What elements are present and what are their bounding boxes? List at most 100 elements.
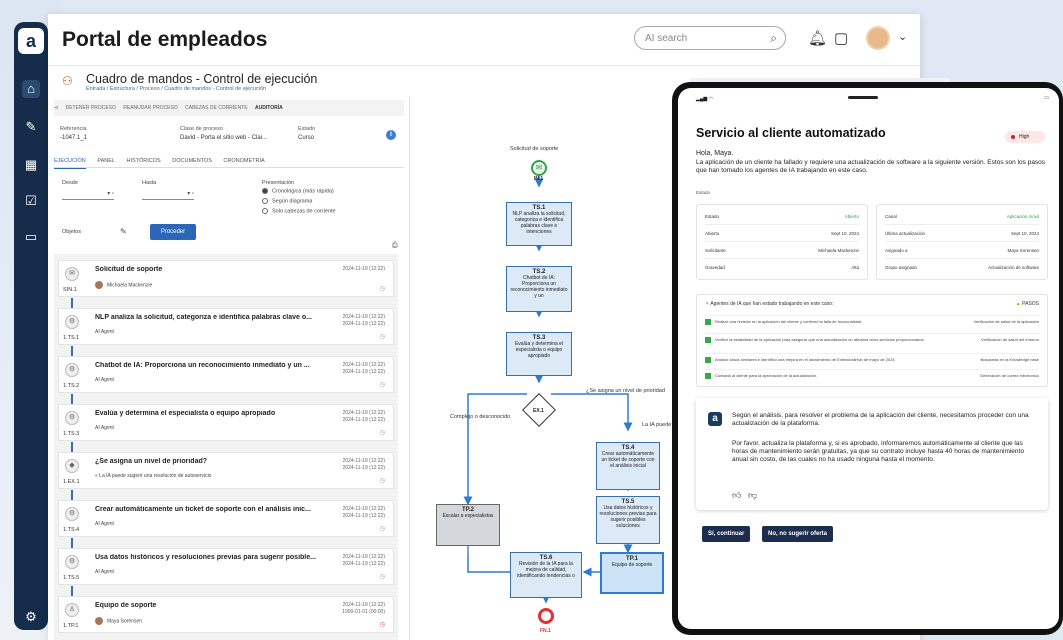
radio-segun-diagrama[interactable]: Según diagrama — [262, 198, 312, 204]
task-code: SIN.1 — [63, 287, 77, 293]
stop-process-button[interactable]: DETENER PROCESO — [66, 100, 116, 116]
info-icon[interactable]: i — [386, 130, 396, 140]
stream-heads-button[interactable]: CABEZAS DE CORRIENTE — [185, 100, 248, 116]
status-icon: ◷ — [379, 286, 385, 292]
hierarchy-icon: ⚇ — [62, 74, 73, 88]
tab-documentos[interactable]: DOCUMENTOS — [172, 154, 212, 168]
task-date-start: 2024-11-19 (12:22) — [342, 458, 385, 464]
process-class-field: Clase de proceso David - Porta el sitio w… — [180, 126, 268, 141]
task-card[interactable]: ♙ 1.TP.1 Equipo de soporte Maya Sorensen… — [58, 596, 394, 633]
kv-row: Grupo asignado Actualización de software — [885, 265, 1039, 270]
avatar — [95, 281, 103, 289]
app-logo[interactable]: a — [18, 28, 44, 54]
task-assignee: AI Agent — [95, 377, 114, 383]
task-card[interactable]: ⚙ 1.TS.1 NLP analiza la solicitud, categ… — [58, 308, 394, 345]
tab-historicos[interactable]: HISTÓRICOS — [126, 154, 160, 168]
tablet-title: Servicio al cliente automatizado — [696, 126, 886, 140]
presentacion-label: Presentación — [262, 180, 295, 186]
robot-icon: ⚙ — [65, 315, 79, 329]
hasta-date-input[interactable]: ▾ ▫ — [142, 190, 194, 200]
agents-title: ✦ Agentes de IA que han estado trabajand… — [705, 301, 834, 307]
node-ts2[interactable]: TS.2 Chatbot de IA: Proporciona un recono… — [506, 266, 572, 312]
kv-row: Solicitante Michaela Mackenzie — [705, 243, 859, 259]
pencil-icon[interactable]: ✎ — [120, 227, 127, 236]
status-icon: ◷ — [379, 622, 385, 628]
bell-icon[interactable]: 🔔︎ — [808, 29, 827, 47]
assistant-logo-icon: a — [708, 412, 722, 426]
task-assignee: AI Agent — [95, 329, 114, 335]
end-event-icon[interactable] — [538, 608, 554, 624]
task-card[interactable]: ⚙ 1.TS.2 Chatbot de IA: Proporciona un r… — [58, 356, 394, 393]
node-ts1[interactable]: TS.1 NLP analiza la solicitud, categoriza… — [506, 202, 572, 246]
task-code: 1.EX.1 — [63, 479, 80, 485]
check-icon — [705, 357, 711, 363]
task-assignee: AI Agent — [95, 425, 114, 431]
settings-icon[interactable]: ⚙ — [22, 608, 40, 626]
ai-message-paragraph-1: Según el análisis, para resolver el prob… — [732, 412, 1029, 427]
task-card[interactable]: ⚙ 1.TS.5 Usa datos históricos y resoluci… — [58, 548, 394, 585]
tab-panel[interactable]: PANEL — [97, 154, 115, 168]
status-icon: ◷ — [379, 430, 385, 436]
node-tp2[interactable]: TP.2 Escalar a especialistas — [436, 504, 500, 546]
desde-label: Desde — [62, 180, 78, 186]
task-title: Usa datos históricos y resoluciones prev… — [95, 554, 316, 561]
task-card[interactable]: ✉ SIN.1 Solicitud de soporte Michaela Ma… — [58, 260, 394, 297]
user-icon: ♙ — [65, 603, 79, 617]
task-card[interactable]: ⚙ 1.TS.3 Evalúa y determina el especiali… — [58, 404, 394, 441]
audit-button[interactable]: AUDITORÍA — [255, 100, 283, 116]
task-date-end: 2024-11-19 (12:22) — [342, 465, 385, 471]
desde-date-input[interactable]: ▾ ▫ — [62, 190, 114, 200]
continue-button[interactable]: Sí, continuar — [702, 526, 751, 542]
resume-process-button[interactable]: REANUDAR PROCESO — [123, 100, 177, 116]
radio-cabezas[interactable]: Solo cabezas de corriente — [262, 208, 336, 214]
battery-icon: ▭ — [1044, 95, 1049, 101]
thumbs-down-icon[interactable]: 👎︎ — [748, 490, 757, 501]
dashboard-title: Cuadro de mandos - Control de ejecución — [86, 72, 318, 86]
node-ts6[interactable]: TS.6 Revisión de la IA para la mejora de … — [510, 552, 582, 598]
task-date-start: 2024-11-19 (12:22) — [342, 362, 385, 368]
priority-badge: High — [1005, 131, 1045, 143]
user-avatar[interactable] — [866, 26, 890, 50]
print-icon[interactable]: ⎙ — [392, 242, 398, 250]
calendar-check-icon[interactable]: ☑ — [22, 192, 40, 210]
briefcase-icon[interactable]: ▭ — [22, 228, 40, 246]
task-card[interactable]: ◆ 1.EX.1 ¿Se asigna un nivel de priorida… — [58, 452, 394, 489]
start-event-icon[interactable]: ✉ — [531, 160, 547, 176]
proceder-button[interactable]: Proceder — [150, 224, 196, 240]
calendar-icon[interactable]: ▦ — [22, 156, 40, 174]
search-icon[interactable]: ⌕ — [770, 31, 777, 46]
task-code: 1.TS.1 — [63, 335, 80, 341]
node-ts3[interactable]: TS.3 Evalúa y determina el especialista o… — [506, 332, 572, 376]
task-card[interactable]: ⚙ 1.TS.4 Crear automáticamente un ticket… — [58, 500, 394, 537]
tab-cronometria[interactable]: CRONOMETRÍA — [223, 154, 264, 168]
robot-icon: ⚙ — [65, 555, 79, 569]
tablet-screen: ▂▄▆ ◠ ▭ Servicio al cliente automatizado… — [678, 88, 1059, 629]
breadcrumb-path[interactable]: Entrada / Estructura / Proceso / Cuadro … — [86, 86, 266, 92]
calendar-icon: ▾ ▫ — [107, 191, 114, 197]
task-code: 1.TS.5 — [63, 575, 80, 581]
tab-ejecucion[interactable]: EJECUCIÓN — [54, 154, 86, 169]
thumbs-up-icon[interactable]: 👍︎ — [732, 490, 741, 501]
edit-icon[interactable]: ✎ — [22, 118, 40, 136]
status-icon: ◷ — [379, 478, 385, 484]
node-tp1[interactable]: TP.1 Equipo de soporte — [600, 552, 664, 594]
connector-line — [71, 346, 73, 356]
chevron-down-icon[interactable]: ⌄ — [898, 30, 907, 43]
node-ts4[interactable]: TS.4 Crear automáticamente un ticket de s… — [596, 442, 660, 490]
back-icon[interactable]: ⊲ — [54, 100, 58, 116]
objetos-label: Objetos — [62, 229, 81, 235]
node-ts5[interactable]: TS.5 Usa datos históricos y resoluciones … — [596, 496, 660, 544]
search-input[interactable]: AI search ⌕ — [634, 26, 786, 50]
robot-icon: ⚙ — [65, 363, 79, 377]
no-offer-button[interactable]: No, no sugerir oferta — [762, 526, 834, 542]
task-assignee: AI Agent — [95, 521, 114, 527]
chat-icon[interactable]: ▢ — [834, 29, 848, 47]
check-icon — [705, 337, 711, 343]
greeting: Hola, Maya. — [696, 150, 734, 157]
task-date-start: 2024-11-19 (12:22) — [342, 314, 385, 320]
check-icon — [705, 373, 711, 379]
status-icon: ◷ — [379, 382, 385, 388]
radio-cronologica[interactable]: Cronológica (más rápida) — [262, 188, 334, 194]
robot-icon: ⚙ — [65, 507, 79, 521]
home-icon[interactable]: ⌂ — [22, 80, 40, 98]
